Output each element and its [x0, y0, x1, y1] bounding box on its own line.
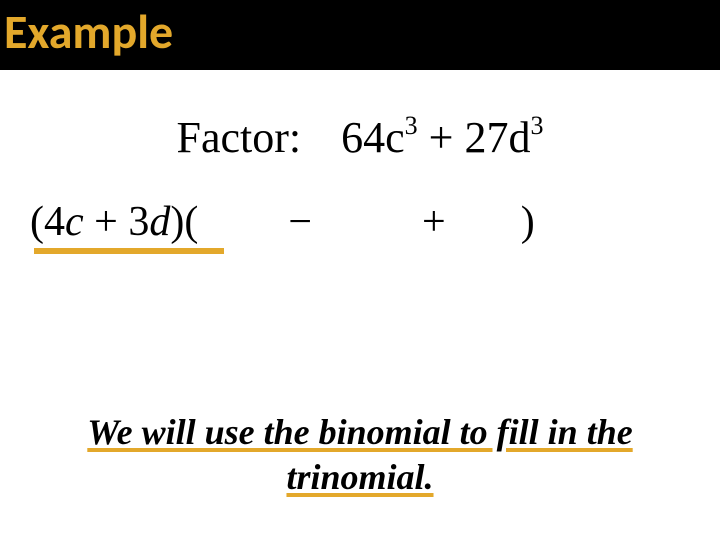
b-var2: d [149, 199, 170, 245]
caption-line-2: trinomial. [286, 457, 433, 497]
minus-op: − [288, 199, 312, 245]
coef-1: 64 [341, 113, 385, 162]
var-1: c [385, 113, 405, 162]
binomial-underline [34, 248, 224, 254]
slide-title: Example [4, 2, 173, 61]
coef-2: 27 [465, 113, 509, 162]
caption-text: We will use the binomial to fill in the … [0, 410, 720, 500]
plus-op-2: + [422, 199, 446, 245]
b-plus: + [94, 199, 118, 245]
rparen-1: ) [170, 199, 184, 245]
slide-header: Example [0, 0, 720, 70]
math-area: Factor: 64c3 + 27d3 [0, 90, 720, 163]
caption-line-1: We will use the binomial to fill in the [87, 412, 632, 452]
lparen-1: ( [30, 199, 44, 245]
b-coef1: 4 [44, 199, 65, 245]
exp-1: 3 [405, 111, 418, 140]
factor-expression: Factor: 64c3 + 27d3 [0, 112, 720, 163]
rparen-2: ) [521, 199, 535, 245]
plus-op: + [429, 113, 454, 162]
b-var1: c [65, 199, 84, 245]
lparen-2: ( [184, 199, 198, 245]
factor-label: Factor: [177, 113, 302, 162]
factored-form: (4c + 3d)(−+) [30, 198, 710, 246]
exp-2: 3 [531, 111, 544, 140]
b-coef2: 3 [128, 199, 149, 245]
var-2: d [509, 113, 531, 162]
